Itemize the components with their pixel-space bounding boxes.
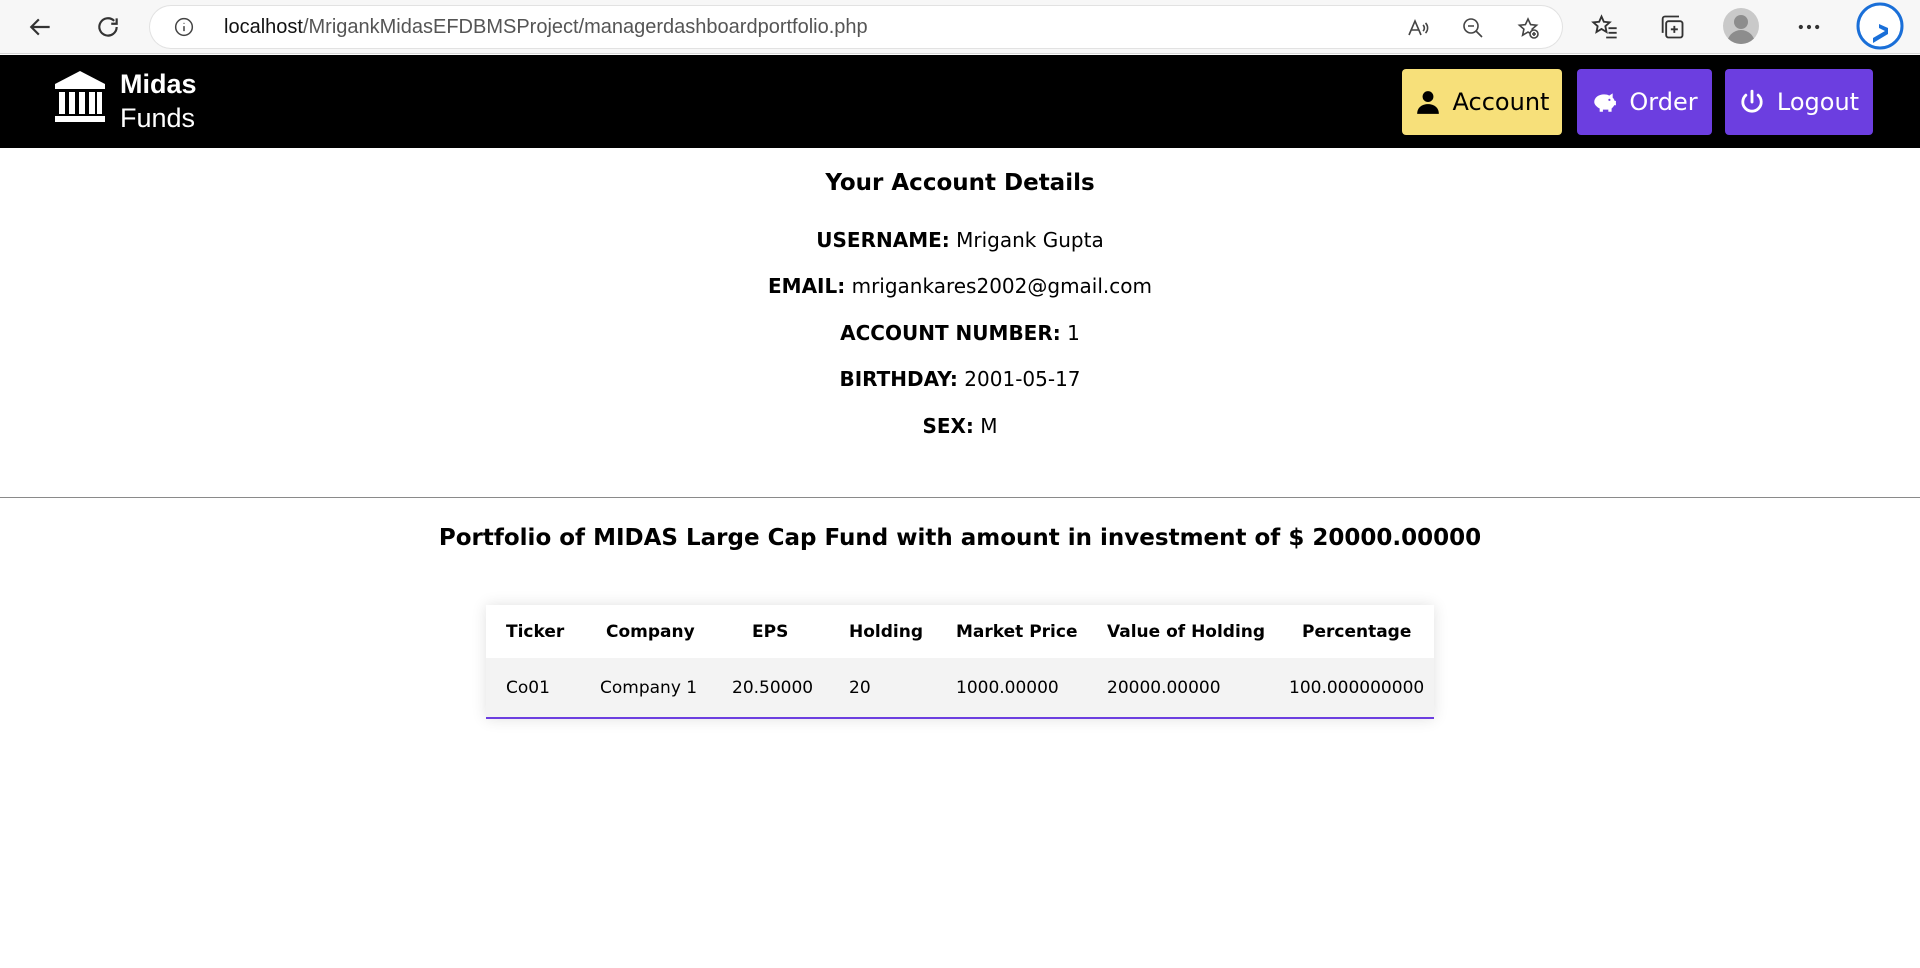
account-button[interactable]: Account [1402, 69, 1562, 135]
bing-copilot-icon[interactable] [1856, 2, 1904, 50]
address-bar[interactable]: localhost/MrigankMidasEFDBMSProject/mana… [150, 6, 1562, 48]
column-header-percentage: Percentage [1302, 622, 1412, 642]
cell-ticker: Co01 [506, 678, 550, 698]
url-text[interactable]: localhost/MrigankMidasEFDBMSProject/mana… [224, 6, 868, 48]
user-icon [1416, 91, 1439, 114]
email-row: EMAIL: mrigankares2002@gmail.com [0, 274, 1920, 298]
favorites-icon[interactable] [1591, 13, 1619, 41]
account-number-value: 1 [1067, 321, 1080, 345]
cell-market-price: 1000.00000 [956, 678, 1059, 698]
more-options-icon[interactable] [1795, 13, 1823, 41]
url-host: localhost [224, 16, 303, 38]
site-header: Midas Funds Account Order Logout [0, 55, 1920, 148]
logo-subtitle: Funds [120, 103, 196, 133]
account-details-title: Your Account Details [825, 170, 1095, 196]
back-arrow-icon[interactable] [22, 8, 60, 46]
portfolio-title: Portfolio of MIDAS Large Cap Fund with a… [438, 525, 1482, 551]
birthday-label: BIRTHDAY: [839, 367, 958, 391]
table-header-row: Ticker Company EPS Holding Market Price … [486, 605, 1434, 658]
account-number-label: ACCOUNT NUMBER: [840, 321, 1061, 345]
username-row: USERNAME: Mrigank Gupta [0, 228, 1920, 252]
zoom-out-icon[interactable] [1461, 16, 1485, 40]
email-value: mrigankares2002@gmail.com [851, 274, 1152, 298]
read-aloud-icon[interactable] [1406, 16, 1430, 40]
info-icon[interactable] [174, 17, 194, 37]
cell-holding: 20 [849, 678, 871, 698]
site-logo[interactable]: Midas Funds [120, 67, 197, 135]
sex-value: M [980, 414, 998, 438]
username-label: USERNAME: [816, 228, 950, 252]
power-icon [1741, 89, 1763, 113]
sex-label: SEX: [922, 414, 974, 438]
username-value: Mrigank Gupta [956, 228, 1104, 252]
bank-building-icon [55, 71, 105, 122]
reload-icon[interactable] [89, 8, 127, 46]
order-button-label: Order [1629, 88, 1698, 116]
email-label: EMAIL: [768, 274, 846, 298]
url-path: /MrigankMidasEFDBMSProject/managerdashbo… [302, 16, 868, 38]
column-header-market-price: Market Price [956, 622, 1078, 642]
column-header-value-of-holding: Value of Holding [1107, 622, 1266, 642]
column-header-company: Company [606, 622, 695, 642]
cell-eps: 20.50000 [732, 678, 814, 698]
account-button-label: Account [1452, 88, 1550, 116]
logo-title: Midas [120, 69, 197, 99]
cell-value-of-holding: 20000.00000 [1107, 678, 1221, 698]
section-divider [0, 497, 1920, 498]
column-header-eps: EPS [752, 622, 789, 642]
order-button[interactable]: Order [1577, 69, 1712, 135]
column-header-ticker: Ticker [506, 622, 565, 642]
cell-company: Company 1 [600, 678, 698, 698]
portfolio-table: Ticker Company EPS Holding Market Price … [486, 605, 1434, 719]
piggy-bank-icon [1594, 93, 1617, 112]
birthday-value: 2001-05-17 [964, 367, 1081, 391]
logout-button-label: Logout [1776, 88, 1860, 116]
collections-icon[interactable] [1658, 13, 1686, 41]
cell-percentage: 100.000000000 [1289, 678, 1425, 698]
account-number-row: ACCOUNT NUMBER: 1 [0, 321, 1920, 345]
birthday-row: BIRTHDAY: 2001-05-17 [0, 367, 1920, 391]
column-header-holding: Holding [849, 622, 924, 642]
profile-avatar[interactable] [1723, 8, 1759, 44]
browser-toolbar: localhost/MrigankMidasEFDBMSProject/mana… [0, 0, 1920, 54]
logout-button[interactable]: Logout [1725, 69, 1873, 135]
add-favorite-icon[interactable] [1516, 16, 1540, 40]
sex-row: SEX: M [0, 414, 1920, 438]
table-row: Co01 Company 1 20.50000 20 1000.00000 20… [486, 658, 1434, 717]
